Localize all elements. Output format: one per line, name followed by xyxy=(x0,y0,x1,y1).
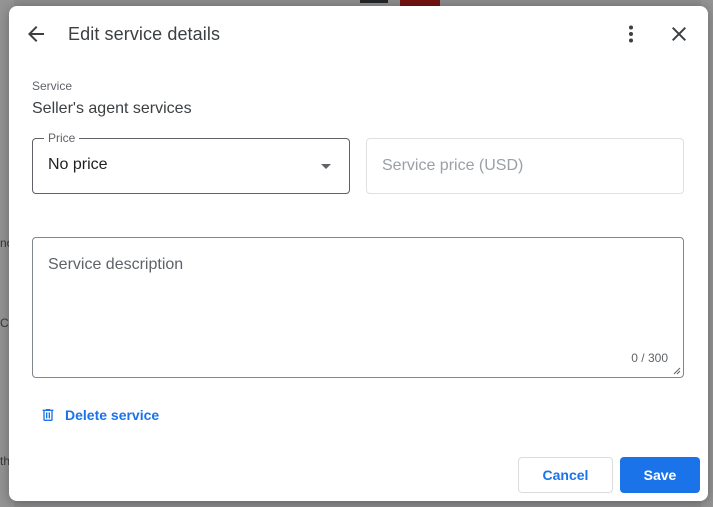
save-button[interactable]: Save xyxy=(620,457,700,493)
trash-icon xyxy=(42,409,54,421)
dialog-header: Edit service details xyxy=(9,6,708,62)
back-button[interactable] xyxy=(18,16,54,52)
more-vert-icon xyxy=(629,25,633,43)
close-button[interactable] xyxy=(661,16,697,52)
resize-handle-icon[interactable] xyxy=(673,367,681,375)
service-name: Seller's agent services xyxy=(32,100,192,117)
price-type-select[interactable]: Price No price xyxy=(32,131,350,194)
dialog-title: Edit service details xyxy=(68,24,221,44)
delete-service-button[interactable]: Delete service xyxy=(40,405,159,425)
service-description-field: 0 / 300 xyxy=(32,237,684,378)
service-label: Service xyxy=(32,79,73,93)
edit-service-dialog: Edit service details Service Seller's ag… xyxy=(9,6,708,501)
delete-service-label: Delete service xyxy=(65,407,160,423)
cancel-button[interactable]: Cancel xyxy=(518,457,613,493)
more-options-button[interactable] xyxy=(613,16,649,52)
dropdown-arrow-icon xyxy=(321,164,331,169)
character-counter: 0 / 300 xyxy=(631,351,668,365)
service-description-input[interactable] xyxy=(33,238,683,377)
price-selected-value: No price xyxy=(48,156,108,173)
service-price-input[interactable] xyxy=(366,138,684,194)
arrow-back-icon xyxy=(28,26,44,42)
close-icon xyxy=(672,27,686,41)
price-legend: Price xyxy=(44,131,80,145)
